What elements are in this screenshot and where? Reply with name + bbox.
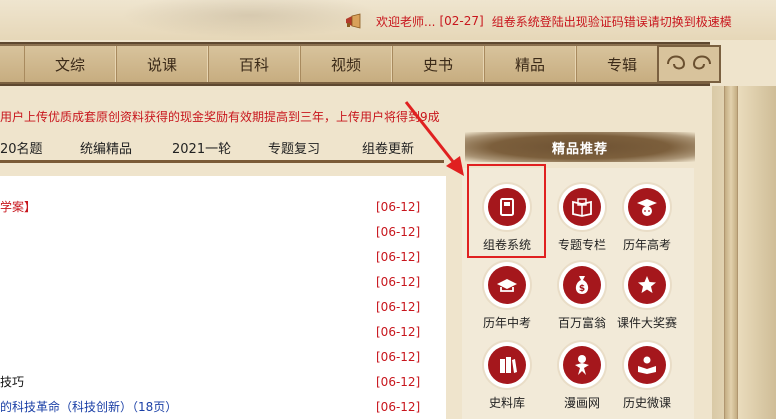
icon-disc <box>628 266 666 304</box>
books-icon <box>500 357 517 373</box>
notice-bar: 欢迎老师... [02-27] 组卷系统登陆出现验证码错误请切换到极速模 <box>344 8 776 34</box>
list-item[interactable]: 技巧 [06-12] <box>0 369 446 394</box>
ink-wash-decoration <box>120 0 380 38</box>
jingpin-item-weike[interactable]: 历史微课 <box>610 342 684 418</box>
jingpin-label[interactable]: 漫画网 <box>564 394 600 411</box>
jingpin-label[interactable]: 历年中考 <box>483 314 531 331</box>
list-item-date: [06-12] <box>376 249 421 264</box>
list-item[interactable]: [06-12] <box>0 319 446 344</box>
list-item-date: [06-12] <box>376 224 421 239</box>
jingpin-header: 精品推荐 <box>465 132 695 162</box>
jingpin-item-manhua[interactable]: 漫画网 <box>545 342 619 418</box>
list-item[interactable]: 学案】 [06-12] <box>0 194 446 219</box>
nav-item-shuoke[interactable]: 说课 <box>116 46 208 82</box>
money-bag-icon: $ <box>575 276 589 294</box>
jingpin-label[interactable]: 百万富翁 <box>558 314 606 331</box>
annotation-arrow <box>404 101 464 176</box>
jingpin-item-zhongkao[interactable]: 历年中考 <box>470 262 544 338</box>
hat-icon <box>497 279 517 292</box>
subtab-tongbian[interactable]: 统编精品 <box>80 138 132 157</box>
icon-disc <box>488 266 526 304</box>
icon-ring <box>484 342 530 388</box>
scroll-decoration <box>712 86 776 419</box>
subtabs-divider <box>0 160 444 163</box>
icon-ring: $ <box>559 262 605 308</box>
figure-icon <box>575 355 589 375</box>
welcome-text[interactable]: 欢迎老师... <box>376 13 435 30</box>
jingpin-item-shiliaoku[interactable]: 史料库 <box>470 342 544 418</box>
list-item-date: [06-12] <box>376 399 421 414</box>
jingpin-item-dajiangsai[interactable]: 课件大奖赛 <box>610 262 684 338</box>
jingpin-label[interactable]: 历史微课 <box>623 394 671 411</box>
list-item[interactable]: [06-12] <box>0 244 446 269</box>
subtabs: 20名题 统编精品 2021一轮 专题复习 组卷更新 <box>0 134 442 160</box>
jingpin-label[interactable]: 史料库 <box>489 394 525 411</box>
list-item-date: [06-12] <box>376 324 421 339</box>
resource-list: 学案】 [06-12] [06-12] [06-12] [06-12] [06-… <box>0 176 446 419</box>
nav-item-wenzong[interactable]: 文综 <box>24 46 116 82</box>
icon-disc <box>628 188 666 226</box>
icon-ring <box>624 262 670 308</box>
jingpin-item-gaokao[interactable]: 历年高考 <box>610 184 684 260</box>
nav-item-shipin[interactable]: 视频 <box>300 46 392 82</box>
reader-icon <box>638 356 656 374</box>
nav-item-jingpin[interactable]: 精品 <box>484 46 576 82</box>
subtab-mingti[interactable]: 20名题 <box>0 138 43 157</box>
icon-disc: $ <box>563 266 601 304</box>
list-item[interactable]: [06-12] <box>0 219 446 244</box>
highlight-annotation-box <box>467 164 546 258</box>
list-item-title[interactable]: 的科技革命（科技创新）（18页） <box>0 398 177 415</box>
star-hand-icon <box>638 276 656 293</box>
main-navbar: 文综 说课 百科 视频 史书 精品 专辑 <box>0 42 710 86</box>
nav-item-shishu[interactable]: 史书 <box>392 46 484 82</box>
list-item-title[interactable]: 学案】 <box>0 198 36 215</box>
list-item[interactable]: [06-12] <box>0 269 446 294</box>
icon-disc <box>628 346 666 384</box>
jingpin-item-fuweng[interactable]: $ 百万富翁 <box>545 262 619 338</box>
list-item[interactable]: 的科技革命（科技创新）（18页） [06-12] <box>0 394 446 419</box>
list-item-date: [06-12] <box>376 299 421 314</box>
subtab-yilun[interactable]: 2021一轮 <box>172 138 231 157</box>
notice-date: [02-27] <box>439 14 484 28</box>
jingpin-label[interactable]: 专题专栏 <box>558 236 606 253</box>
nav-item-baike[interactable]: 百科 <box>208 46 300 82</box>
jingpin-label[interactable]: 课件大奖赛 <box>617 314 677 331</box>
jingpin-label[interactable]: 历年高考 <box>623 236 671 253</box>
list-item-date: [06-12] <box>376 374 421 389</box>
promo-banner[interactable]: 用户上传优质成套原创资料获得的现金奖励有效期提高到三年，上传用户将得到9成 <box>0 108 440 125</box>
list-item-title[interactable]: 技巧 <box>0 373 24 390</box>
icon-ring <box>624 184 670 230</box>
list-item[interactable]: [06-12] <box>0 344 446 369</box>
icon-ring <box>559 342 605 388</box>
icon-disc <box>488 346 526 384</box>
icon-ring <box>484 262 530 308</box>
scroll-rod <box>724 86 738 419</box>
speaker-icon <box>344 12 366 30</box>
announcement-link[interactable]: 组卷系统登陆出现验证码错误请切换到极速模 <box>492 13 732 30</box>
list-item-date: [06-12] <box>376 274 421 289</box>
nav-edge <box>0 46 24 82</box>
nav-scroll-ornament <box>654 42 724 86</box>
icon-ring <box>624 342 670 388</box>
icon-disc <box>563 188 601 226</box>
open-book-icon <box>572 198 592 217</box>
list-item-date: [06-12] <box>376 349 421 364</box>
icon-disc <box>563 346 601 384</box>
list-item[interactable]: [06-12] <box>0 294 446 319</box>
jingpin-item-zhuanti[interactable]: 专题专栏 <box>545 184 619 260</box>
svg-text:$: $ <box>579 284 585 294</box>
icon-ring <box>559 184 605 230</box>
subtab-zhuanti[interactable]: 专题复习 <box>268 138 320 157</box>
graduation-cap-icon <box>637 199 657 216</box>
list-item-date: [06-12] <box>376 199 421 214</box>
